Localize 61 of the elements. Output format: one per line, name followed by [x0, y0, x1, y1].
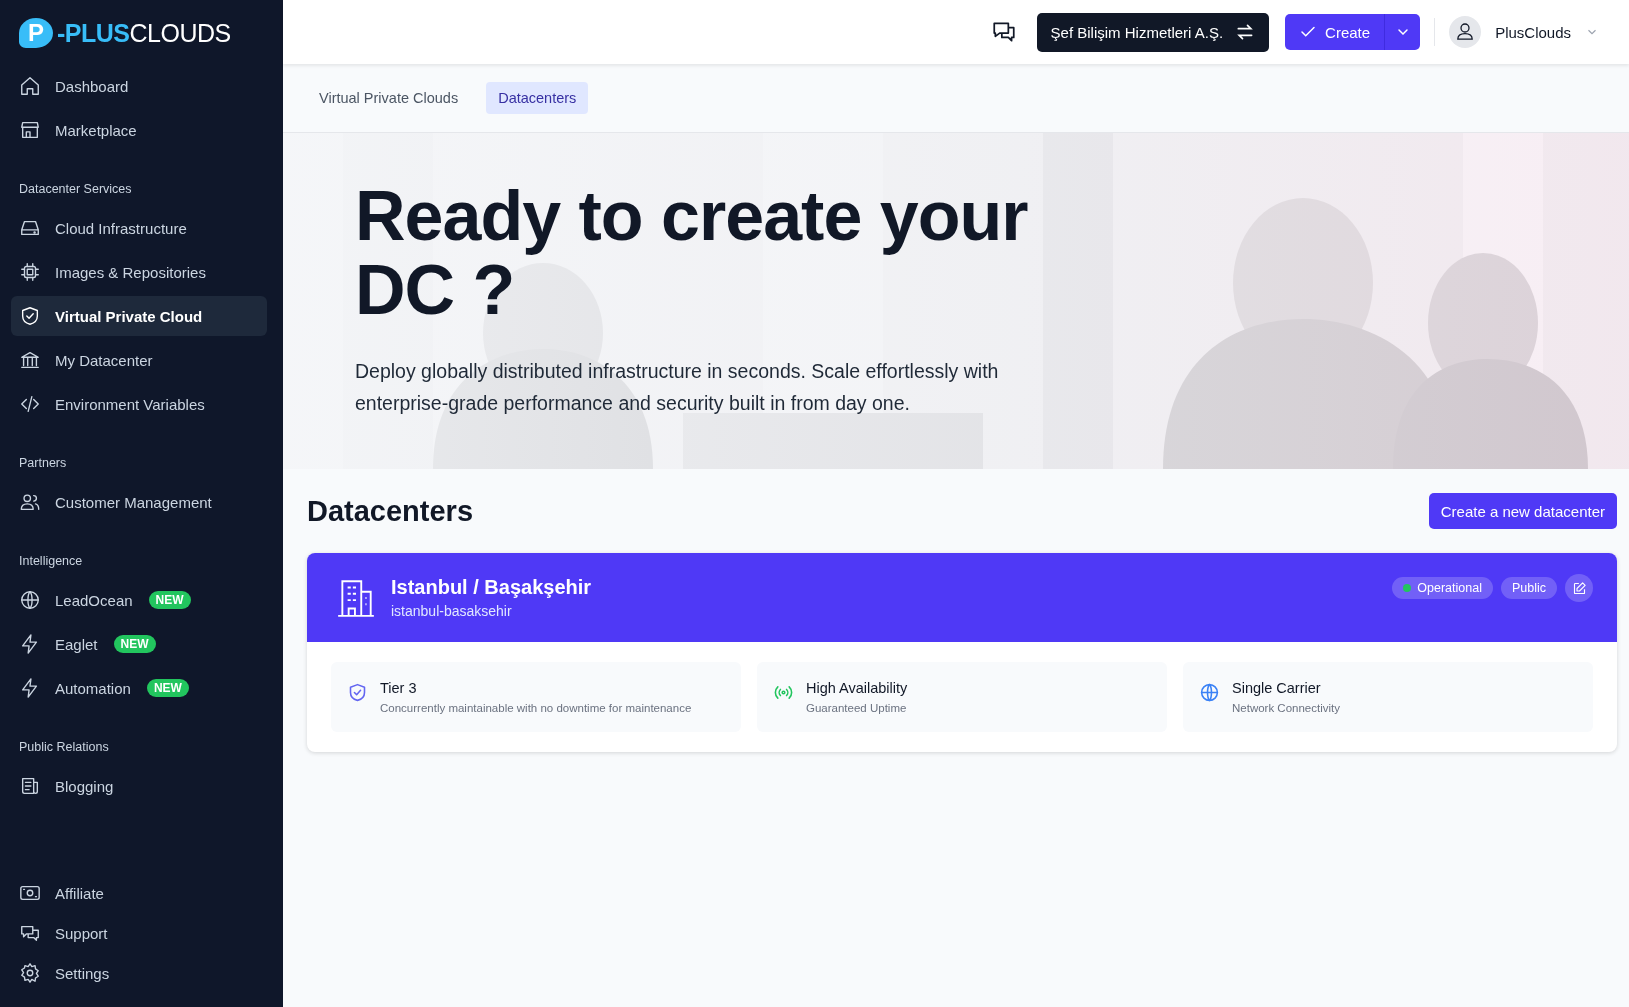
globe-icon: [19, 589, 41, 611]
create-button[interactable]: Create: [1285, 14, 1385, 50]
sidebar-item[interactable]: Settings: [11, 953, 267, 993]
tab[interactable]: Virtual Private Clouds: [307, 82, 471, 114]
visibility-badge: Public: [1500, 577, 1557, 599]
users-icon: [19, 491, 41, 513]
create-dropdown-button[interactable]: [1384, 14, 1421, 50]
sidebar-item[interactable]: Images & Repositories: [11, 252, 267, 292]
sidebar-item[interactable]: Automation NEW: [11, 668, 267, 708]
feature-description: Guaranteed Uptime: [806, 702, 908, 714]
create-datacenter-button[interactable]: Create a new datacenter: [1428, 493, 1617, 529]
home-icon: [19, 75, 41, 97]
section-header: Public Relations: [18, 739, 110, 756]
store-icon: [19, 119, 41, 141]
edit-icon: [1571, 580, 1587, 596]
logo-icon: P: [19, 18, 53, 48]
sidebar-item[interactable]: Cloud Infrastructure: [11, 208, 267, 248]
feature-title: Tier 3: [380, 680, 418, 696]
sidebar-item[interactable]: LeadOcean NEW: [11, 580, 267, 620]
sidebar-item[interactable]: Affiliate: [11, 873, 267, 913]
sidebar-item[interactable]: Blogging: [11, 766, 267, 806]
avatar-icon[interactable]: [1449, 16, 1482, 48]
hero-title: Ready to create your DC ?: [355, 179, 1029, 327]
globe-icon: [1199, 682, 1220, 703]
sidebar-item[interactable]: My Datacenter: [11, 340, 267, 380]
feature-title: Single Carrier: [1232, 680, 1322, 696]
feature-description: Concurrently maintainable with no downtime for maintenance: [380, 702, 692, 714]
user-name[interactable]: PlusClouds: [1495, 23, 1571, 41]
sidebar-item[interactable]: Virtual Private Cloud: [11, 296, 267, 336]
datacenter-slug: istanbul-basaksehir: [391, 603, 513, 619]
shield-icon: [347, 682, 368, 703]
tab[interactable]: Datacenters: [486, 82, 589, 114]
sidebar-item[interactable]: Marketplace: [11, 110, 267, 150]
edit-button[interactable]: [1565, 574, 1593, 602]
chat-icon[interactable]: [990, 19, 1017, 45]
sidebar-item[interactable]: Support: [11, 913, 267, 953]
feature-description: Network Connectivity: [1232, 702, 1340, 714]
sidebar-item[interactable]: Eaglet NEW: [11, 624, 267, 664]
logo-text: -PLUSCLOUDS: [57, 18, 231, 48]
new-badge: NEW: [113, 635, 156, 653]
news-icon: [19, 775, 41, 797]
new-badge: NEW: [148, 591, 191, 609]
gear-icon: [19, 962, 41, 984]
swap-icon: [1235, 22, 1256, 42]
section-header: Partners: [18, 455, 68, 472]
new-badge: NEW: [146, 679, 189, 697]
code-icon: [19, 393, 41, 415]
shield-icon: [19, 305, 41, 327]
feature-title: High Availability: [806, 680, 908, 696]
sidebar-item[interactable]: Dashboard: [11, 66, 267, 106]
bank-icon: [19, 349, 41, 371]
datacenter-name: Istanbul / Başakşehir: [391, 576, 593, 599]
section-header: Intelligence: [18, 553, 84, 570]
organization-switch-button[interactable]: Şef Bilişim Hizmetleri A.Ş.: [1036, 12, 1270, 52]
chip-icon: [19, 261, 41, 283]
sidebar-item[interactable]: Customer Management: [11, 482, 267, 522]
hero-subtitle: Deploy globally distributed infrastructure in seconds. Scale effortlessly with enterprise-grade performance and security built in from day one.: [355, 359, 1000, 416]
section-title: Datacenters: [307, 494, 474, 528]
sidebar-item[interactable]: Environment Variables: [11, 384, 267, 424]
section-header: Datacenter Services: [18, 181, 133, 198]
status-badge: Operational: [1392, 577, 1493, 599]
